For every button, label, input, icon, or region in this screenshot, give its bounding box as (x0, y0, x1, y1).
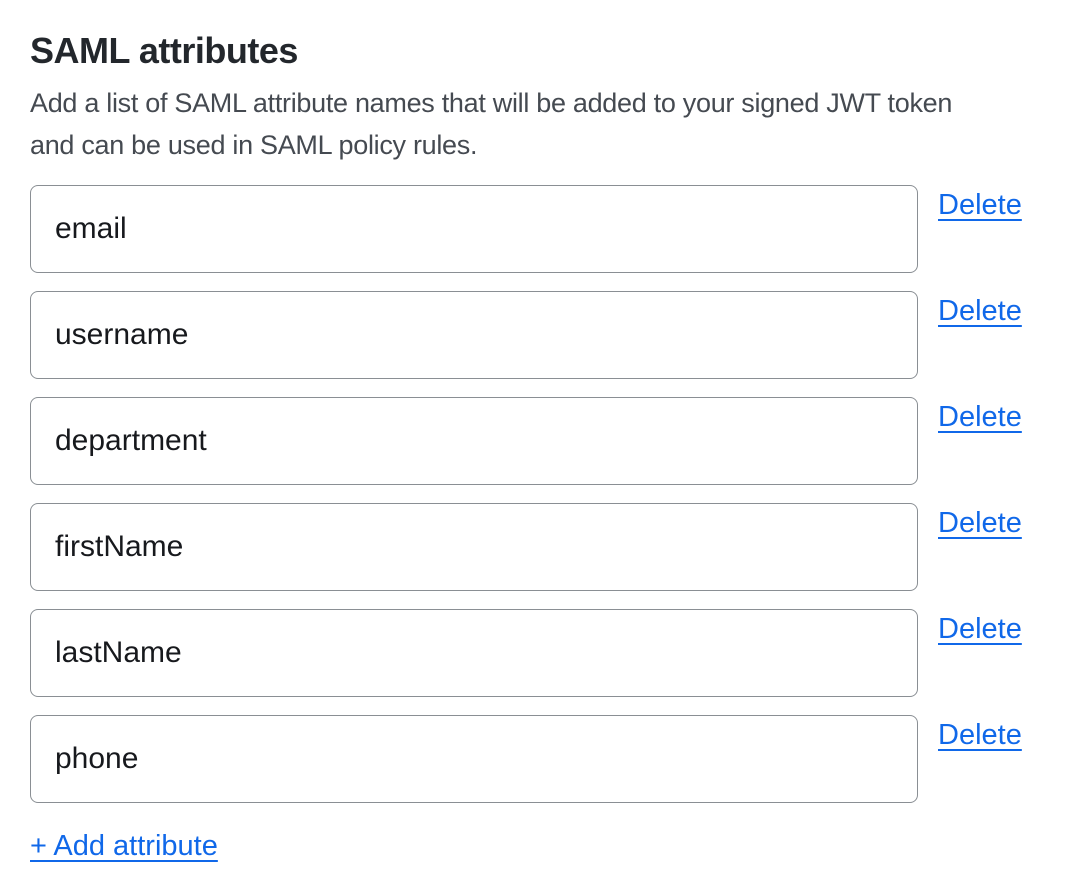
attribute-input-firstname[interactable] (30, 503, 918, 591)
delete-link[interactable]: Delete (938, 295, 1022, 328)
delete-link[interactable]: Delete (938, 401, 1022, 434)
attribute-input-email[interactable] (30, 185, 918, 273)
delete-link[interactable]: Delete (938, 613, 1022, 646)
attribute-row: Delete (30, 715, 1036, 803)
add-attribute-link[interactable]: + Add attribute (30, 830, 218, 863)
delete-link[interactable]: Delete (938, 719, 1022, 752)
attribute-row: Delete (30, 609, 1036, 697)
attribute-input-phone[interactable] (30, 715, 918, 803)
attribute-row: Delete (30, 503, 1036, 591)
attribute-input-lastname[interactable] (30, 609, 918, 697)
attribute-input-department[interactable] (30, 397, 918, 485)
saml-attributes-section: SAML attributes Add a list of SAML attri… (0, 0, 1066, 863)
delete-link[interactable]: Delete (938, 507, 1022, 540)
attribute-row: Delete (30, 397, 1036, 485)
section-description: Add a list of SAML attribute names that … (30, 82, 1036, 166)
attribute-input-username[interactable] (30, 291, 918, 379)
section-description-line-1: Add a list of SAML attribute names that … (30, 82, 1036, 124)
delete-link[interactable]: Delete (938, 189, 1022, 222)
saml-attributes-page: SAML attributes Add a list of SAML attri… (0, 0, 1066, 886)
section-description-line-2: and can be used in SAML policy rules. (30, 124, 1036, 166)
attribute-row: Delete (30, 291, 1036, 379)
attribute-row: Delete (30, 185, 1036, 273)
section-title: SAML attributes (30, 30, 1036, 72)
